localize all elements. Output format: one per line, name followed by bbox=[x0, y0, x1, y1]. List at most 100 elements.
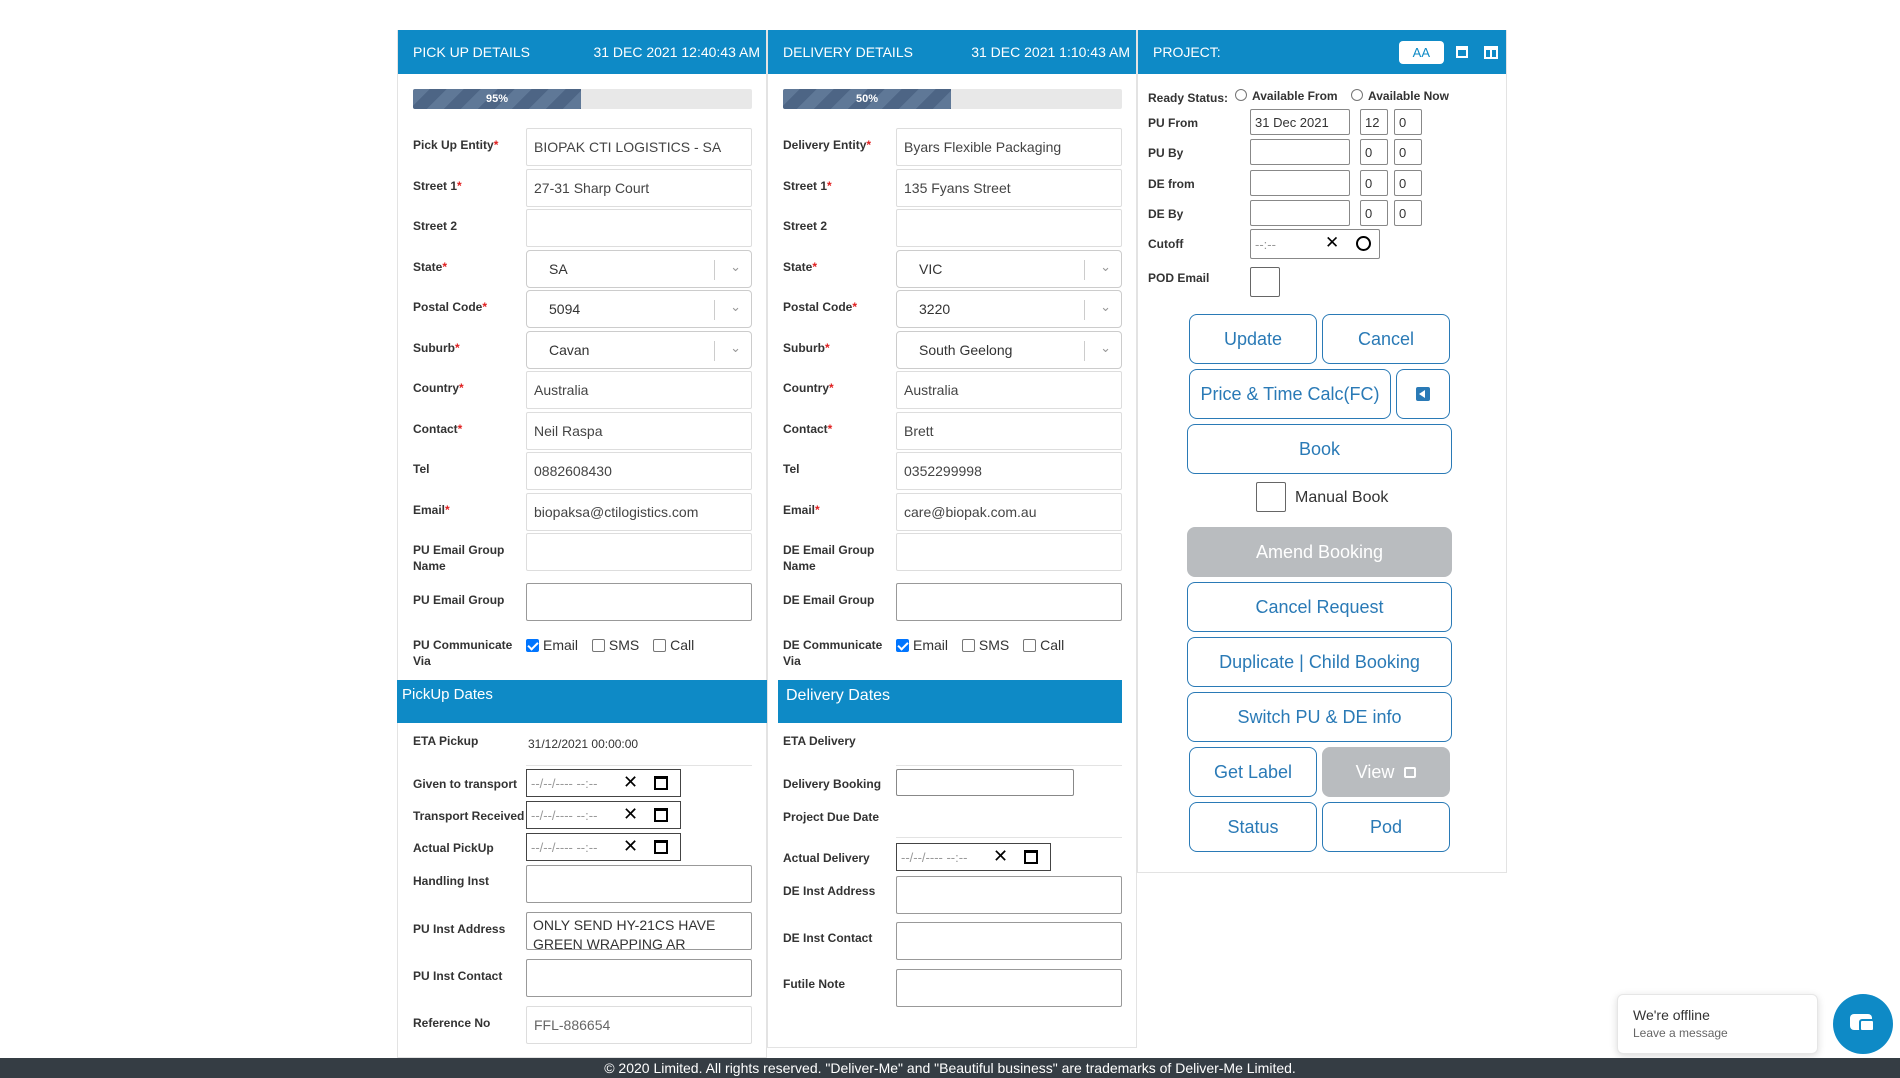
available-now-radio[interactable]: Available Now bbox=[1351, 89, 1449, 103]
de-inst-address-textarea[interactable] bbox=[896, 876, 1122, 914]
pu-by-min-input[interactable]: 0 bbox=[1394, 139, 1422, 165]
reference-no-input[interactable]: FFL-886654 bbox=[526, 1006, 752, 1044]
delivery-comm-call[interactable]: Call bbox=[1023, 637, 1064, 653]
calendar-icon[interactable] bbox=[654, 840, 668, 854]
de-by-min-input[interactable]: 0 bbox=[1394, 200, 1422, 226]
manual-book-checkbox[interactable] bbox=[1256, 482, 1286, 512]
pickup-postal-select[interactable]: 5094 ⌄ bbox=[526, 290, 752, 328]
switch-pu-de-button[interactable]: Switch PU & DE info bbox=[1187, 692, 1452, 742]
cancel-button[interactable]: Cancel bbox=[1322, 314, 1450, 364]
de-by-hour-input[interactable]: 0 bbox=[1360, 200, 1388, 226]
pod-email-checkbox[interactable] bbox=[1250, 267, 1280, 297]
pickup-comm-email[interactable]: Email bbox=[526, 637, 578, 653]
actual-pickup-input[interactable]: --/--/---- --:-- ✕ bbox=[526, 833, 681, 861]
pickup-communicate-options: Email SMS Call bbox=[526, 637, 704, 653]
de-by-date-input[interactable] bbox=[1250, 200, 1350, 226]
futile-note-textarea[interactable] bbox=[896, 969, 1122, 1007]
actual-delivery-input[interactable]: --/--/---- --:-- ✕ bbox=[896, 843, 1051, 871]
pickup-entity-input[interactable]: BIOPAK CTI LOGISTICS - SA bbox=[526, 128, 752, 166]
delivery-booking-input[interactable] bbox=[896, 769, 1074, 796]
cancel-request-button[interactable]: Cancel Request bbox=[1187, 582, 1452, 632]
clear-icon[interactable]: ✕ bbox=[993, 846, 1008, 867]
delivery-email-group-textarea[interactable] bbox=[896, 583, 1122, 621]
pickup-comm-sms[interactable]: SMS bbox=[591, 637, 639, 653]
delivery-country-input[interactable]: Australia bbox=[896, 371, 1122, 409]
delivery-street1-input[interactable]: 135 Fyans Street bbox=[896, 169, 1122, 207]
pickup-email-group-name-input[interactable] bbox=[526, 533, 752, 571]
pickup-state-select[interactable]: SA ⌄ bbox=[526, 250, 752, 288]
de-from-min-input[interactable]: 0 bbox=[1394, 170, 1422, 196]
eta-pickup-value: 31/12/2021 00:00:00 bbox=[528, 737, 639, 751]
get-label-button[interactable]: Get Label bbox=[1189, 747, 1317, 797]
clear-icon[interactable]: ✕ bbox=[623, 836, 638, 857]
pickup-tel-label: Tel bbox=[413, 462, 430, 476]
pu-from-date-input[interactable]: 31 Dec 2021 bbox=[1250, 109, 1350, 135]
delivery-tel-input[interactable]: 0352299998 bbox=[896, 452, 1122, 490]
cutoff-input[interactable]: --:-- ✕ bbox=[1250, 229, 1380, 259]
delivery-state-select[interactable]: VIC ⌄ bbox=[896, 250, 1122, 288]
clear-icon[interactable]: ✕ bbox=[623, 804, 638, 825]
pickup-street1-input[interactable]: 27-31 Sharp Court bbox=[526, 169, 752, 207]
pickup-header-date: 31 DEC 2021 12:40:43 AM bbox=[593, 44, 760, 60]
delivery-contact-input[interactable]: Brett bbox=[896, 412, 1122, 450]
pu-by-date-input[interactable] bbox=[1250, 139, 1350, 165]
clear-icon[interactable]: ✕ bbox=[1325, 233, 1339, 253]
status-button[interactable]: Status bbox=[1189, 802, 1317, 852]
chat-launcher-button[interactable] bbox=[1833, 994, 1893, 1054]
delivery-postal-select[interactable]: 3220 ⌄ bbox=[896, 290, 1122, 328]
calendar-icon[interactable] bbox=[654, 808, 668, 822]
calendar-icon[interactable] bbox=[654, 776, 668, 790]
pickup-header: PICK UP DETAILS 31 DEC 2021 12:40:43 AM bbox=[398, 30, 766, 74]
pickup-suburb-label: Suburb* bbox=[413, 341, 460, 355]
pu-inst-contact-textarea[interactable] bbox=[526, 959, 752, 997]
pu-from-min-input[interactable]: 0 bbox=[1394, 109, 1422, 135]
delivery-email-group-name-input[interactable] bbox=[896, 533, 1122, 571]
delivery-suburb-select[interactable]: South Geelong ⌄ bbox=[896, 331, 1122, 369]
duplicate-child-booking-button[interactable]: Duplicate | Child Booking bbox=[1187, 637, 1452, 687]
book-button[interactable]: Book bbox=[1187, 424, 1452, 474]
clear-icon[interactable]: ✕ bbox=[623, 772, 638, 793]
footer-copyright: © 2020 Limited. All rights reserved. "De… bbox=[0, 1058, 1900, 1078]
checkbox-icon bbox=[1023, 639, 1037, 652]
delivery-header-date: 31 DEC 2021 1:10:43 AM bbox=[971, 44, 1130, 60]
chat-widget-panel[interactable]: We're offline Leave a message bbox=[1617, 994, 1818, 1054]
delivery-street2-input[interactable] bbox=[896, 209, 1122, 247]
price-time-calc-button[interactable]: Price & Time Calc(FC) bbox=[1189, 369, 1391, 419]
pickup-communicate-label: PU Communicate Via bbox=[413, 638, 513, 668]
pickup-country-input[interactable]: Australia bbox=[526, 371, 752, 409]
amend-booking-button[interactable]: Amend Booking bbox=[1187, 527, 1452, 577]
pickup-email-input[interactable]: biopaksa@ctilogistics.com bbox=[526, 493, 752, 531]
calendar-icon[interactable] bbox=[1024, 850, 1038, 864]
update-button[interactable]: Update bbox=[1189, 314, 1317, 364]
pu-from-hour-input[interactable]: 12 bbox=[1360, 109, 1388, 135]
clock-icon[interactable] bbox=[1356, 236, 1371, 251]
pickup-comm-call[interactable]: Call bbox=[653, 637, 694, 653]
pu-by-hour-input[interactable]: 0 bbox=[1360, 139, 1388, 165]
aa-button[interactable]: AA bbox=[1398, 40, 1444, 64]
transport-received-input[interactable]: --/--/---- --:-- ✕ bbox=[526, 801, 681, 829]
handling-inst-textarea[interactable] bbox=[526, 865, 752, 903]
delivery-comm-sms[interactable]: SMS bbox=[961, 637, 1009, 653]
de-from-date-input[interactable] bbox=[1250, 170, 1350, 196]
delivery-comm-email[interactable]: Email bbox=[896, 637, 948, 653]
pickup-suburb-select[interactable]: Cavan ⌄ bbox=[526, 331, 752, 369]
pickup-contact-input[interactable]: Neil Raspa bbox=[526, 412, 752, 450]
de-inst-contact-textarea[interactable] bbox=[896, 922, 1122, 960]
delivery-entity-input[interactable]: Byars Flexible Packaging bbox=[896, 128, 1122, 166]
pu-inst-address-textarea[interactable]: ONLY SEND HY-21CS HAVE GREEN WRAPPING AR bbox=[526, 912, 752, 950]
chevron-down-icon: ⌄ bbox=[1100, 340, 1111, 355]
collapse-button[interactable] bbox=[1396, 369, 1450, 419]
chat-subtitle: Leave a message bbox=[1633, 1026, 1728, 1040]
given-to-transport-input[interactable]: --/--/---- --:-- ✕ bbox=[526, 769, 681, 797]
pickup-email-group-textarea[interactable] bbox=[526, 583, 752, 621]
pod-button[interactable]: Pod bbox=[1322, 802, 1450, 852]
de-from-hour-input[interactable]: 0 bbox=[1360, 170, 1388, 196]
calendar-icon[interactable] bbox=[1456, 46, 1468, 58]
pickup-street2-input[interactable] bbox=[526, 209, 752, 247]
columns-icon[interactable] bbox=[1484, 45, 1498, 59]
view-button[interactable]: View bbox=[1322, 747, 1450, 797]
delivery-progress-fill: 50% bbox=[783, 89, 951, 109]
available-from-radio[interactable]: Available From bbox=[1235, 89, 1338, 103]
delivery-email-input[interactable]: care@biopak.com.au bbox=[896, 493, 1122, 531]
pickup-tel-input[interactable]: 0882608430 bbox=[526, 452, 752, 490]
